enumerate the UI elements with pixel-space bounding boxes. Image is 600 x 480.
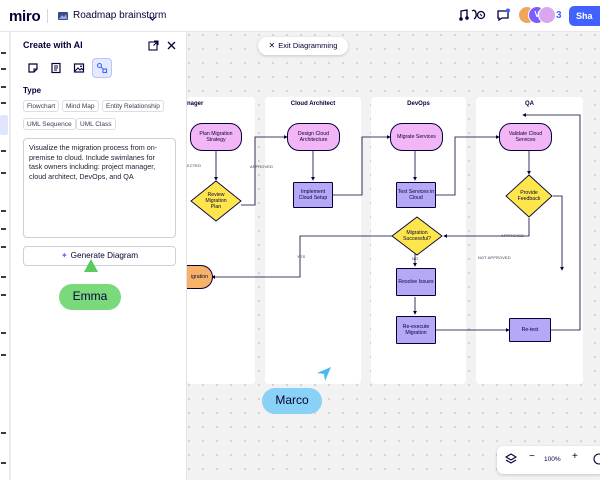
- connector: [553, 195, 564, 271]
- node-re-execute-migration[interactable]: Re-execute Migration: [396, 316, 436, 344]
- node-design-cloud-architecture[interactable]: Design Cloud Architecture: [287, 123, 340, 151]
- help-icon[interactable]: [593, 453, 600, 468]
- zoom-level[interactable]: 100%: [544, 456, 561, 463]
- node-label: Migration Successful?: [403, 229, 431, 242]
- node-migrate-services[interactable]: Migrate Services: [390, 123, 443, 151]
- node-label: Review Migration Plan: [205, 191, 227, 211]
- node-validate-cloud-services[interactable]: Validate Cloud Services: [499, 123, 552, 151]
- collaborator-tag-marco: Marco: [262, 388, 322, 414]
- edge-label-yes: YES: [297, 254, 306, 259]
- edge-label-rejected: ECTED: [187, 163, 202, 168]
- zoom-toolbar: − 100% +: [497, 446, 600, 474]
- node-migration-partial[interactable]: igration: [187, 265, 213, 289]
- node-resolve-issues[interactable]: Resolve Issues: [396, 268, 436, 296]
- zoom-out-button[interactable]: −: [529, 451, 535, 462]
- marco-cursor-icon: [316, 366, 332, 387]
- edge-label-not-approved: NOT APPROVED: [478, 255, 511, 260]
- node-re-test[interactable]: Re-test: [509, 318, 551, 342]
- node-plan-migration[interactable]: Plan Migration Strategy: [190, 123, 242, 151]
- node-implement-cloud-setup[interactable]: Implement Cloud Setup: [293, 182, 333, 208]
- edge-label-approved: APPROVED: [250, 164, 274, 169]
- edge-label-no: NO: [412, 256, 419, 261]
- connector: [435, 135, 500, 196]
- edge-label-approved: APPROVED: [501, 233, 525, 238]
- node-provide-feedback[interactable]: Provide Feedback: [505, 174, 553, 218]
- layers-icon[interactable]: [504, 453, 518, 468]
- node-review-plan[interactable]: Review Migration Plan: [190, 180, 242, 222]
- node-migration-successful[interactable]: Migration Successful?: [391, 216, 443, 256]
- node-label: Provide Feedback: [517, 189, 541, 202]
- connector: [241, 135, 288, 206]
- connector: [333, 135, 391, 196]
- node-test-services[interactable]: Test Services in Cloud: [396, 182, 436, 208]
- zoom-in-button[interactable]: +: [572, 451, 578, 462]
